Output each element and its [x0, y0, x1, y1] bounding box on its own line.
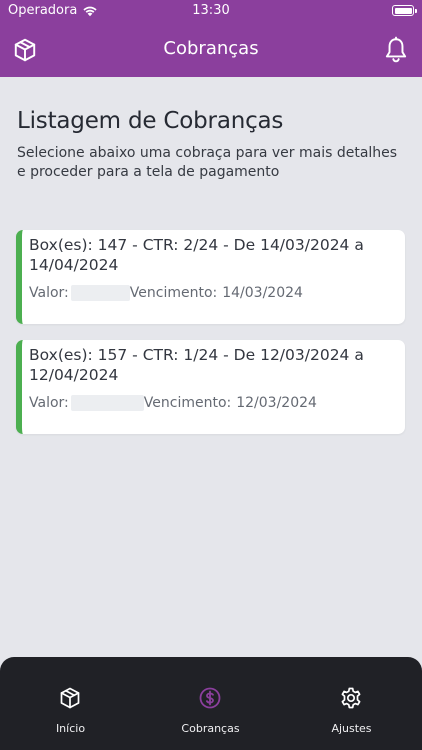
charge-due-label: Vencimento:: [129, 285, 218, 301]
charge-title: Box(es): 157 - CTR: 1/24 - De 12/03/2024…: [29, 346, 364, 384]
charges-list-section: Listagem de Cobranças Selecione abaixo u…: [17, 108, 407, 182]
charge-value-redacted: [70, 395, 144, 411]
charge-card[interactable]: Box(es): 157 - CTR: 1/24 - De 12/03/2024…: [16, 340, 405, 434]
charge-meta: Valor: Vencimento: 14/03/2024: [29, 285, 393, 301]
charge-due-label: Vencimento:: [143, 395, 232, 411]
notifications-button[interactable]: [383, 36, 409, 64]
charge-card[interactable]: Box(es): 147 - CTR: 2/24 - De 14/03/2024…: [16, 230, 405, 324]
tab-label: Cobranças: [181, 722, 240, 735]
tab-cobrancas[interactable]: Cobranças: [140, 657, 281, 750]
package-icon: [60, 687, 80, 709]
tab-inicio[interactable]: Início: [0, 657, 141, 750]
charge-value-label: Valor:: [29, 395, 69, 411]
battery-icon: [392, 5, 417, 16]
tab-ajustes[interactable]: Ajustes: [281, 657, 422, 750]
gear-icon: [341, 687, 361, 709]
charge-value-redacted: [70, 285, 130, 301]
status-clock: 13:30: [192, 3, 230, 18]
charge-value-label: Valor:: [29, 285, 69, 301]
charge-due-date: 12/03/2024: [236, 395, 317, 411]
charge-meta: Valor: Vencimento: 12/03/2024: [29, 395, 393, 411]
tab-label: Ajustes: [331, 722, 372, 735]
page-subtitle: Selecione abaixo uma cobraça para ver ma…: [17, 145, 398, 180]
bell-icon: [385, 36, 407, 63]
charge-title: Box(es): 147 - CTR: 2/24 - De 14/03/2024…: [29, 236, 364, 274]
app-title: Cobranças: [163, 38, 259, 59]
app-bar: Cobranças: [0, 24, 422, 77]
app-header: Operadora 13:30 Cobranças: [0, 0, 422, 77]
charge-due-date: 14/03/2024: [222, 285, 303, 301]
page-title: Listagem de Cobranças: [17, 108, 284, 134]
status-bar: Operadora 13:30: [0, 0, 422, 22]
bottom-tab-bar: Início Cobranças Ajustes: [0, 657, 422, 750]
dollar-circle-icon: [199, 687, 221, 709]
tab-label: Início: [55, 722, 86, 735]
